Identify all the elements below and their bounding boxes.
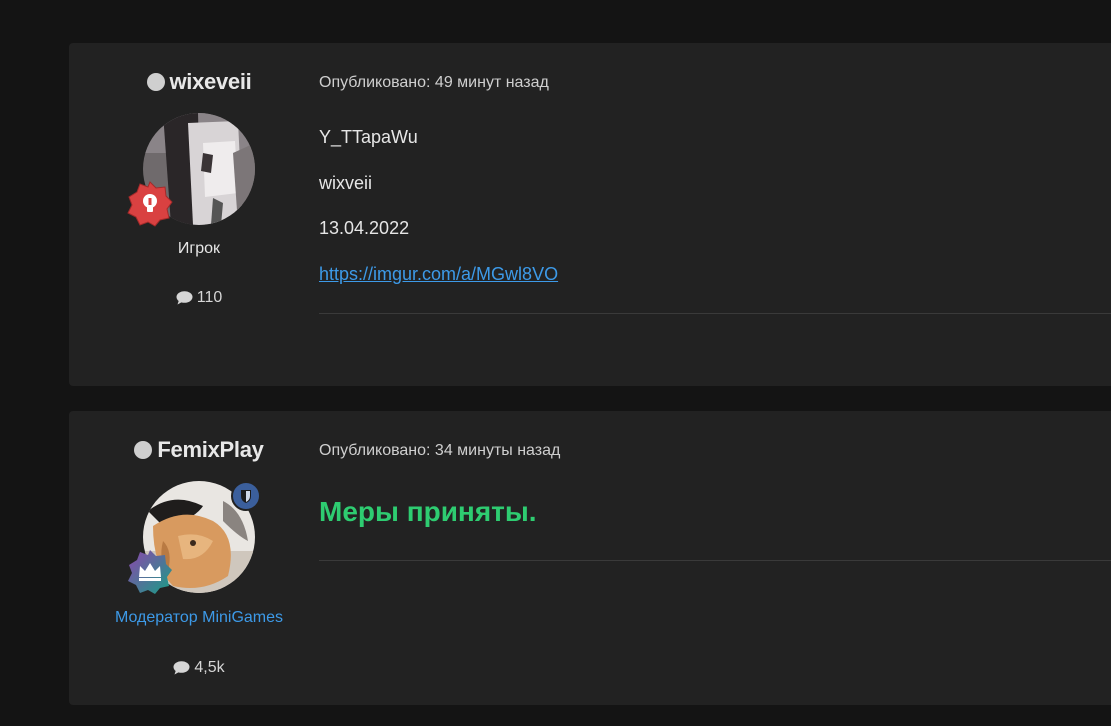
divider	[319, 313, 1111, 314]
imgur-link[interactable]: https://imgur.com/a/MGwl8VO	[319, 264, 558, 284]
post-line: Y_TTapaWu	[319, 127, 418, 147]
comment-icon	[176, 291, 193, 305]
author-name[interactable]: wixeveii	[170, 69, 252, 95]
rank-badge	[128, 550, 172, 594]
rank-badge	[127, 181, 173, 227]
post-count-value: 110	[196, 289, 223, 306]
moderator-badge	[231, 481, 261, 511]
post-timestamp[interactable]: Опубликовано: 49 минут назад	[319, 74, 549, 92]
divider	[319, 560, 1111, 561]
comment-icon	[173, 661, 190, 675]
post-card: wixeveii Игрок 110 Опубликовано: 49 мину…	[69, 43, 1111, 386]
post-count[interactable]: 4,5k	[69, 659, 329, 677]
author-name-row[interactable]: wixeveii	[69, 69, 329, 95]
offline-status-icon	[134, 441, 153, 459]
post-line: 13.04.2022	[319, 218, 410, 238]
user-role[interactable]: Модератор MiniGames	[69, 609, 329, 627]
post-line: wixveii	[319, 173, 373, 193]
author-name[interactable]: FemixPlay	[157, 437, 263, 463]
post-card: FemixPlay Модератор MiniGames 4,5k Опубл…	[69, 411, 1111, 705]
post-count[interactable]: 110	[69, 289, 329, 307]
offline-status-icon	[146, 73, 165, 91]
user-role: Игрок	[177, 240, 221, 257]
author-name-row[interactable]: FemixPlay	[69, 437, 329, 463]
post-timestamp[interactable]: Опубликовано: 34 минуты назад	[319, 442, 560, 460]
post-message: Меры приняты.	[319, 496, 537, 527]
post-count-value: 4,5k	[194, 659, 225, 676]
